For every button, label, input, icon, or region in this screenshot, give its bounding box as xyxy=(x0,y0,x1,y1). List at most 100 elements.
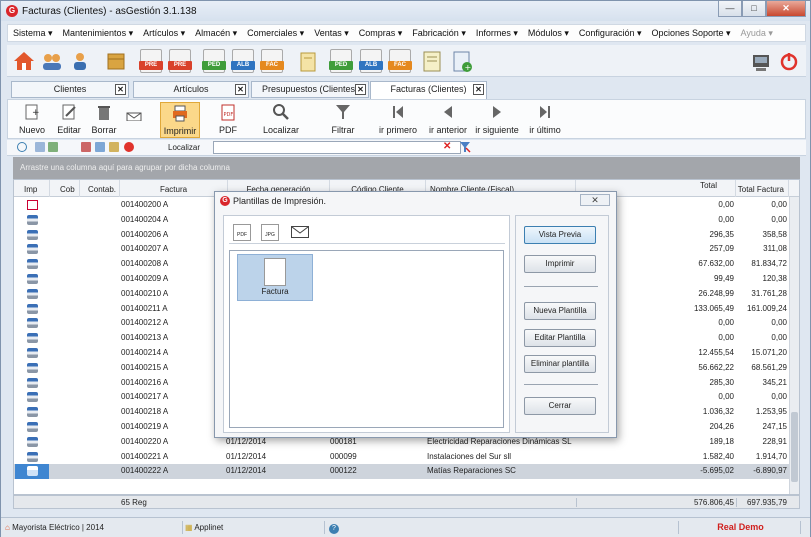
presupuesto-icon[interactable]: PRE xyxy=(139,49,163,73)
imprimir-dialog-button[interactable]: Imprimir xyxy=(524,255,596,273)
pdf-button[interactable]: PDF PDF xyxy=(214,102,242,138)
column-factura[interactable]: Factura xyxy=(120,180,228,197)
editar-plantilla-button[interactable]: Editar Plantilla xyxy=(524,329,596,347)
group-by-area[interactable]: Arrastre una columna aquí para agrupar p… xyxy=(13,157,800,179)
box-icon[interactable] xyxy=(105,49,127,73)
new-document-icon[interactable]: + xyxy=(451,49,473,73)
printer-icon[interactable] xyxy=(27,318,38,329)
record-icon[interactable] xyxy=(124,142,134,152)
pdf-icon[interactable] xyxy=(27,200,38,210)
ir-primero-button[interactable]: ir primero xyxy=(376,102,420,138)
ir-siguiente-button[interactable]: ir siguiente xyxy=(474,102,520,138)
user-icon[interactable] xyxy=(69,49,91,73)
export-pdf-icon[interactable]: PDF xyxy=(233,224,251,241)
scrollbar-thumb[interactable] xyxy=(791,412,798,482)
close-icon[interactable]: ✕ xyxy=(473,84,484,95)
menu-articulos[interactable]: Artículos ▾ xyxy=(138,28,190,39)
minimize-button[interactable]: — xyxy=(718,1,742,17)
printer-icon[interactable] xyxy=(27,303,38,314)
export-jpg-icon[interactable]: JPG xyxy=(261,224,279,241)
filter-clear-icon[interactable] xyxy=(459,141,471,155)
printer-icon[interactable] xyxy=(27,274,38,284)
printer-icon[interactable] xyxy=(27,422,38,432)
menu-comerciales[interactable]: Comerciales ▾ xyxy=(242,28,309,39)
menu-sistema[interactable]: Sistema ▾ xyxy=(8,28,58,39)
template-item[interactable]: Factura xyxy=(237,254,313,301)
printer-icon[interactable] xyxy=(27,348,38,358)
menu-modulos[interactable]: Módulos ▾ xyxy=(523,28,574,39)
purchase-icon[interactable] xyxy=(297,49,319,73)
clear-search-icon[interactable]: ✕ xyxy=(443,141,451,152)
filtrar-button[interactable]: Filtrar xyxy=(328,102,358,138)
close-window-button[interactable]: ✕ xyxy=(766,1,806,17)
nuevo-button[interactable]: + Nuevo xyxy=(14,102,50,138)
factura-compra-icon[interactable]: FAC xyxy=(388,49,412,73)
menu-configuracion[interactable]: Configuración ▾ xyxy=(574,28,647,39)
editar-button[interactable]: Editar xyxy=(54,102,84,138)
tab-clientes[interactable]: Clientes ✕ xyxy=(11,81,129,98)
search-input[interactable] xyxy=(213,141,461,154)
localizar-button[interactable]: Localizar xyxy=(260,102,302,138)
pedido-compra-icon[interactable]: PED xyxy=(329,49,353,73)
report-icon[interactable] xyxy=(109,142,119,152)
ir-ultimo-button[interactable]: ir último xyxy=(524,102,566,138)
printer-icon[interactable] xyxy=(27,451,38,462)
table-row[interactable]: 001400222 A 01/12/2014 000122 Matías Repara… xyxy=(14,464,799,480)
imprimir-button[interactable]: Imprimir xyxy=(160,102,200,138)
printer-icon[interactable] xyxy=(27,436,38,447)
printer-icon[interactable] xyxy=(27,259,38,270)
dialog-close-button[interactable]: ✕ xyxy=(580,194,610,206)
refresh-icon[interactable] xyxy=(17,142,27,152)
export-icon[interactable] xyxy=(48,142,58,152)
menu-ventas[interactable]: Ventas ▾ xyxy=(309,28,354,39)
printer-icon[interactable] xyxy=(27,392,38,403)
tab-presupuestos[interactable]: Presupuestos (Clientes) ✕ xyxy=(251,81,369,98)
menu-ayuda[interactable]: Ayuda ▾ xyxy=(736,28,778,39)
printer-icon[interactable] xyxy=(27,362,38,373)
column-contab[interactable]: Contab. xyxy=(80,180,120,197)
printer-icon[interactable] xyxy=(27,466,38,477)
tree-icon[interactable] xyxy=(81,142,91,152)
menu-compras[interactable]: Compras ▾ xyxy=(354,28,408,39)
table-row[interactable]: 001400221 A 01/12/2014 000099 Instalaciones… xyxy=(14,450,799,465)
email-icon[interactable] xyxy=(291,226,309,238)
menu-mantenimientos[interactable]: Mantenimientos ▾ xyxy=(58,28,139,39)
menu-fabricacion[interactable]: Fabricación ▾ xyxy=(407,28,471,39)
terminal-icon[interactable] xyxy=(750,49,772,73)
ir-anterior-button[interactable]: ir anterior xyxy=(426,102,470,138)
vista-previa-button[interactable]: Vista Previa xyxy=(524,226,596,244)
factura-icon[interactable]: FAC xyxy=(260,49,284,73)
printer-icon[interactable] xyxy=(27,377,38,388)
menu-informes[interactable]: Informes ▾ xyxy=(471,28,523,39)
column-total-factura[interactable]: Total Factura xyxy=(736,180,789,197)
menu-opciones-soporte[interactable]: Opciones Soporte ▾ xyxy=(646,28,735,39)
tab-articulos[interactable]: Artículos ✕ xyxy=(133,81,249,98)
pedido-icon[interactable]: PED xyxy=(202,49,226,73)
menu-almacen[interactable]: Almacén ▾ xyxy=(190,28,242,39)
presupuesto-list-icon[interactable]: PRE xyxy=(168,49,192,73)
help-icon[interactable]: ? xyxy=(329,524,339,534)
notes-icon[interactable] xyxy=(421,49,443,73)
maximize-button[interactable]: □ xyxy=(742,1,766,17)
copy-icon[interactable] xyxy=(35,142,45,152)
printer-icon[interactable] xyxy=(27,214,38,225)
cerrar-button[interactable]: Cerrar xyxy=(524,397,596,415)
printer-icon[interactable] xyxy=(27,229,38,240)
close-icon[interactable]: ✕ xyxy=(355,84,366,95)
power-icon[interactable] xyxy=(778,49,800,73)
vertical-scrollbar[interactable] xyxy=(789,197,799,494)
close-icon[interactable]: ✕ xyxy=(115,84,126,95)
printer-icon[interactable] xyxy=(27,333,38,344)
email-button[interactable] xyxy=(124,102,144,138)
printer-icon[interactable] xyxy=(27,407,38,418)
column-cob[interactable]: Cob xyxy=(50,180,80,197)
borrar-button[interactable]: Borrar xyxy=(88,102,120,138)
home-icon[interactable] xyxy=(13,49,35,73)
eliminar-plantilla-button[interactable]: Eliminar plantilla xyxy=(524,355,596,373)
albaran-icon[interactable]: ALB xyxy=(231,49,255,73)
column-imp[interactable]: Imp xyxy=(14,180,50,197)
tab-facturas[interactable]: Facturas (Clientes) ✕ xyxy=(370,81,487,99)
printer-icon[interactable] xyxy=(27,244,38,255)
users-icon[interactable] xyxy=(41,49,63,73)
nueva-plantilla-button[interactable]: Nueva Plantilla xyxy=(524,302,596,320)
